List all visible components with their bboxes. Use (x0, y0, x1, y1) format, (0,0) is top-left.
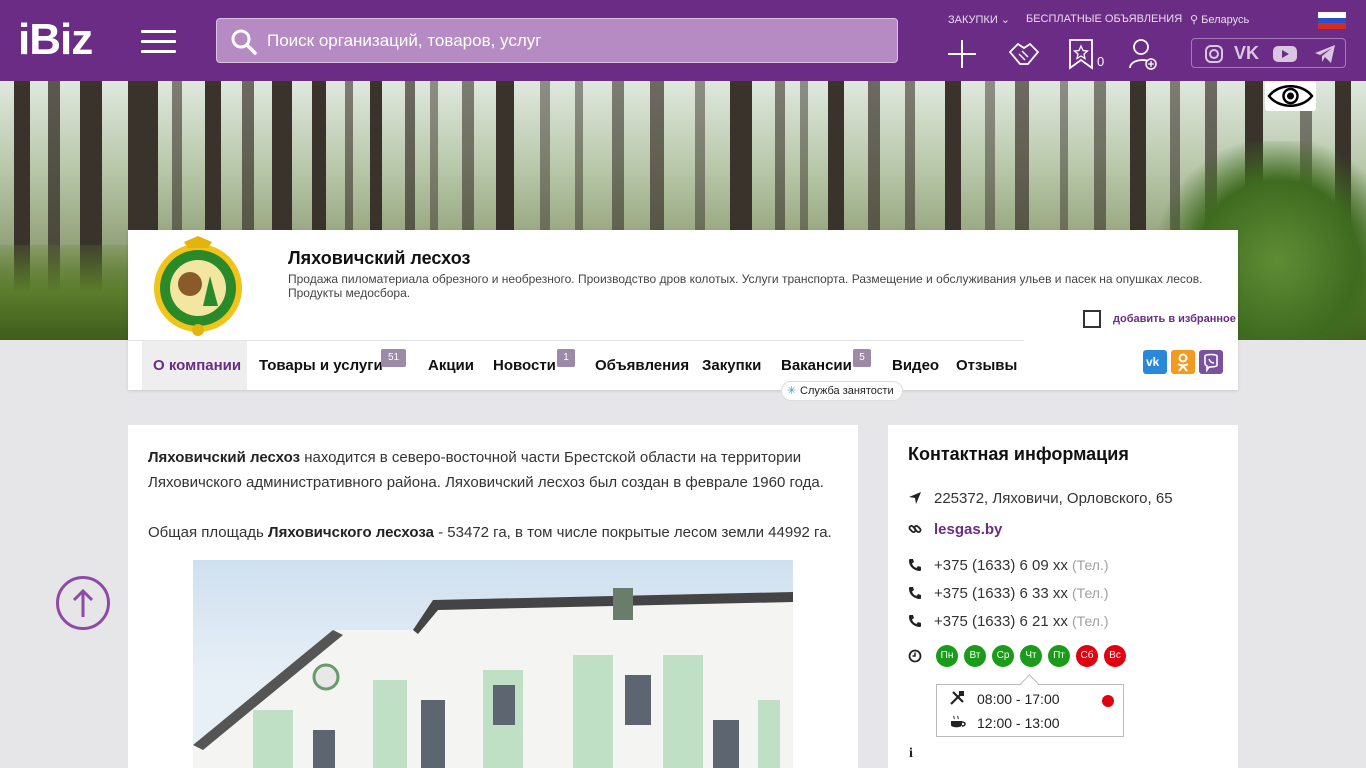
favorites-count: 0 (1097, 54, 1105, 69)
phone-icon (909, 559, 921, 571)
lunch-hours: 12:00 - 13:00 (977, 715, 1060, 731)
contact-panel: Контактная информация 225372, Ляховичи, … (888, 425, 1238, 768)
purchases-link[interactable]: ЗАКУПКИ ⌄ (948, 13, 1010, 26)
vacancies-count-badge: 5 (853, 349, 871, 367)
phone-number-2[interactable]: +375 (1633) 6 33 хх (Тел.) (934, 585, 1109, 602)
about-paragraph-2: Общая площадь Ляховичского лесхоза - 534… (148, 524, 832, 541)
navigation-arrow-icon (909, 492, 921, 504)
vk-icon[interactable]: VK (1234, 43, 1259, 64)
search-input[interactable] (267, 27, 867, 55)
add-user-icon[interactable] (1128, 38, 1158, 70)
odnoklassniki-icon (1177, 353, 1189, 372)
top-header: iBiz ЗАКУПКИ ⌄ БЕСПЛАТНЫЕ ОБЪЯВЛЕНИЯ ⚲ Б… (0, 0, 1366, 81)
tab-promotions[interactable]: Акции (428, 341, 474, 390)
telegram-icon[interactable] (1314, 44, 1336, 69)
add-to-favorites[interactable]: добавить в избранное (1083, 310, 1236, 328)
viber-share-button[interactable] (1199, 350, 1223, 374)
tab-products[interactable]: Товары и услуги (259, 341, 383, 390)
plus-icon[interactable] (946, 38, 978, 70)
contact-title: Контактная информация (908, 444, 1129, 464)
favorites-checkbox[interactable] (1083, 310, 1101, 328)
search-icon (231, 29, 257, 55)
vk-icon: vk (1146, 355, 1160, 369)
youtube-icon[interactable] (1272, 44, 1298, 69)
location-pin-icon: ⚲ (1190, 14, 1199, 26)
favorites-icon[interactable] (1068, 38, 1094, 70)
menu-button[interactable] (141, 30, 176, 54)
sparkle-icon: ✳ (787, 385, 797, 397)
vk-share-button[interactable]: vk (1143, 350, 1167, 374)
day-friday[interactable]: Пт (1048, 645, 1070, 667)
handshake-icon[interactable] (1007, 38, 1041, 70)
day-wednesday[interactable]: Ср (992, 645, 1014, 667)
site-logo[interactable]: iBiz (18, 18, 93, 62)
tab-news[interactable]: Новости (493, 341, 556, 390)
free-ads-link[interactable]: БЕСПЛАТНЫЕ ОБЪЯВЛЕНИЯ (1026, 13, 1182, 25)
employment-service-tag[interactable]: ✳ Служба занятости (781, 381, 903, 401)
clock-icon (908, 649, 922, 663)
chevron-down-icon: ⌄ (1000, 14, 1011, 26)
company-emblem-logo (154, 236, 242, 336)
office-building-photo (193, 560, 793, 768)
company-card: Ляховичский лесхоз Продажа пиломатериала… (128, 230, 1238, 401)
tab-ads[interactable]: Объявления (595, 341, 689, 390)
tab-reviews[interactable]: Отзывы (956, 341, 1017, 390)
closed-now-indicator (1102, 695, 1114, 707)
accessibility-eye-button[interactable] (1265, 81, 1316, 111)
address-text: 225372, Ляховичи, Орловского, 65 (934, 490, 1173, 507)
ok-share-button[interactable] (1171, 350, 1195, 374)
phone-icon (909, 587, 921, 599)
tab-purchases[interactable]: Закупки (702, 341, 761, 390)
scroll-up-button[interactable] (56, 576, 110, 630)
company-title: Ляховичский лесхоз (288, 248, 471, 268)
day-sunday[interactable]: Вс (1104, 645, 1126, 667)
work-hours: 08:00 - 17:00 (977, 691, 1060, 707)
social-links: VK (1191, 38, 1346, 68)
info-icon: i (909, 746, 913, 761)
news-count-badge: 1 (557, 349, 575, 367)
about-section: Ляховичский лесхоз находится в северо-во… (128, 425, 858, 768)
viber-icon (1204, 353, 1218, 373)
instagram-icon[interactable] (1204, 44, 1224, 69)
coffee-cup-icon (951, 715, 966, 728)
arrow-up-icon (72, 588, 94, 617)
day-monday[interactable]: Пн (936, 645, 958, 667)
website-link[interactable]: lesgas.by (934, 521, 1002, 538)
day-thursday[interactable]: Чт (1020, 645, 1042, 667)
tab-about[interactable]: О компании (142, 341, 247, 390)
link-icon (908, 525, 922, 533)
schedule-popup: 08:00 - 17:00 12:00 - 13:00 (936, 684, 1124, 737)
search-box[interactable] (216, 18, 898, 63)
products-count-badge: 51 (381, 349, 406, 367)
about-paragraph-1: Ляховичский лесхоз находится в северо-во… (148, 449, 824, 491)
add-to-favorites-label[interactable]: добавить в избранное (1113, 313, 1236, 325)
day-tuesday[interactable]: Вт (964, 645, 986, 667)
day-saturday[interactable]: Сб (1076, 645, 1098, 667)
phone-number-1[interactable]: +375 (1633) 6 09 хх (Тел.) (934, 557, 1109, 574)
company-description: Продажа пиломатериала обрезного и необре… (288, 272, 1203, 300)
eye-icon (1267, 85, 1314, 107)
phone-icon (909, 615, 921, 627)
region-link[interactable]: ⚲ Беларусь (1190, 13, 1249, 26)
russian-flag-icon[interactable] (1318, 12, 1346, 29)
tools-icon (950, 691, 964, 705)
phone-number-3[interactable]: +375 (1633) 6 21 хх (Тел.) (934, 613, 1109, 630)
